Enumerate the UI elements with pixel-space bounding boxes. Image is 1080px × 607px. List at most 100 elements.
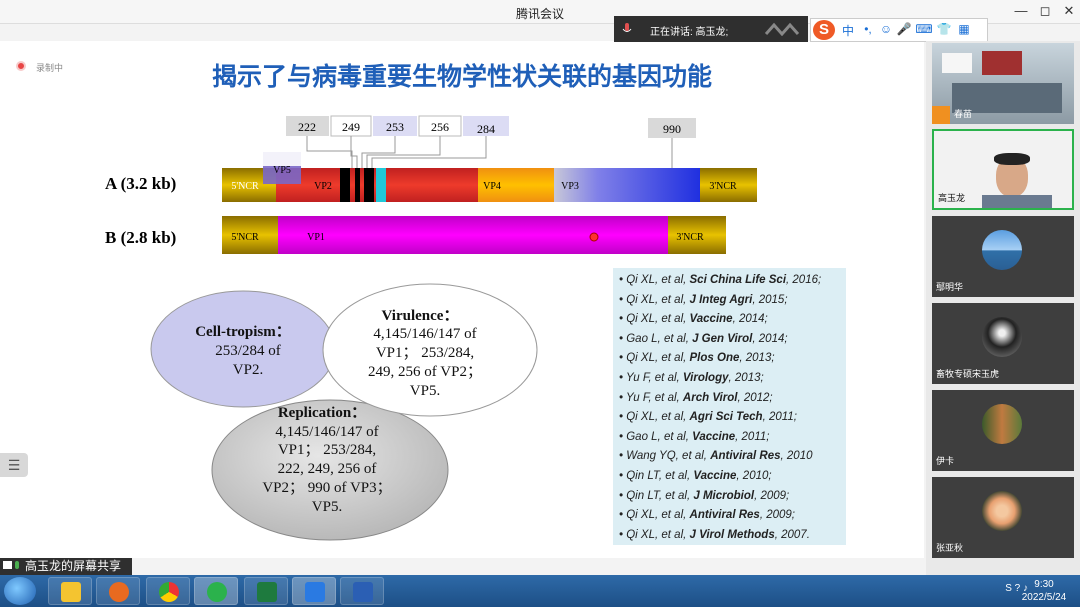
replication-title: Replication： <box>278 405 366 421</box>
participant-name: 高玉龙 <box>938 193 966 203</box>
taskbar-tencent-meeting[interactable] <box>292 577 336 605</box>
clock[interactable]: 9:30 2022/5/24 <box>1016 578 1072 604</box>
a-region-vp3: VP3 <box>561 181 579 192</box>
list-toggle-button[interactable]: ☰ <box>0 453 28 477</box>
folder-icon <box>61 582 81 602</box>
ime-emoji-icon[interactable]: ☺ <box>877 22 895 36</box>
site-labels: 222 249 253 256 284 990 <box>286 115 696 138</box>
segment-b-label: B (2.8 kb) <box>105 228 176 247</box>
wechat-icon <box>207 582 227 602</box>
avatar <box>982 317 1022 357</box>
sogou-logo-icon[interactable]: S <box>813 20 835 40</box>
replication-line-1: 4,145/146/147 of <box>275 424 378 440</box>
shared-screen: 录制中 揭示了与病毒重要生物学性状关联的基因功能 222 249 253 256… <box>0 41 924 558</box>
ime-voice-icon[interactable]: 🎤 <box>895 22 913 36</box>
a-region-5ncr: 5'NCR <box>231 181 259 192</box>
reference-list: • Qi XL, et al, Sci China Life Sci, 2016… <box>613 268 846 545</box>
b-region-3ncr: 3'NCR <box>676 232 704 243</box>
site-leader-lines <box>306 136 673 168</box>
meeting-logo-icon <box>764 22 800 36</box>
taskbar: S ? ♪ 9:30 2022/5/24 <box>0 575 1080 607</box>
minimize-button[interactable]: — <box>1008 3 1034 18</box>
site-253: 253 <box>386 120 404 134</box>
reference-item: • Qi XL, et al, Vaccine, 2014; <box>619 313 768 326</box>
participant-tile[interactable]: 伊卡 <box>932 390 1074 471</box>
replication-line-3: 222, 249, 256 of <box>278 461 377 477</box>
taskbar-media-player[interactable] <box>96 577 140 605</box>
close-button[interactable]: ✕ <box>1056 3 1080 19</box>
word-icon <box>353 582 373 602</box>
cursor-pointer <box>589 232 599 242</box>
b-region-5ncr: 5'NCR <box>231 232 259 243</box>
clock-date: 2022/5/24 <box>1021 592 1067 603</box>
reference-item: • Qi XL, et al, J Virol Methods, 2007. <box>619 528 810 541</box>
tropism-line-1: 253/284 of <box>215 343 280 359</box>
tencent-meeting-icon <box>305 582 325 602</box>
participant-tile[interactable]: 鄢明华 <box>932 216 1074 297</box>
site-222: 222 <box>298 120 316 134</box>
participant-name: 鄢明华 <box>936 282 964 292</box>
ime-punct-icon[interactable]: •, <box>859 22 877 36</box>
taskbar-excel[interactable] <box>244 577 288 605</box>
speaking-indicator: 正在讲话: 高玉龙; <box>614 16 808 42</box>
user-icon <box>932 106 950 124</box>
a-region-3ncr: 3'NCR <box>709 181 737 192</box>
ime-menu-icon[interactable]: ▦ <box>955 22 973 36</box>
reference-item: • Qi XL, et al, Antiviral Res, 2009; <box>619 509 795 522</box>
site-256: 256 <box>431 120 449 134</box>
taskbar-chrome[interactable] <box>146 577 190 605</box>
avatar <box>982 491 1022 531</box>
taskbar-wechat[interactable] <box>194 577 238 605</box>
reference-item: • Qin LT, et al, Vaccine, 2010; <box>619 469 772 482</box>
participant-tile[interactable]: 畜牧专硕宋玉虎 <box>932 303 1074 384</box>
ime-skin-icon[interactable]: 👕 <box>935 22 953 36</box>
participant-tile[interactable]: 春苗 <box>932 43 1074 124</box>
start-button[interactable] <box>4 577 36 605</box>
replication-line-4: VP2； 990 of VP3； <box>262 480 391 496</box>
media-player-icon <box>109 582 129 602</box>
taskbar-word[interactable] <box>340 577 384 605</box>
virulence-line-2: VP1； 253/284, <box>376 345 474 361</box>
participant-name: 春苗 <box>954 109 973 119</box>
virulence-line-3: 249, 256 of VP2； <box>368 364 482 380</box>
participant-tile[interactable]: 张亚秋 <box>932 477 1074 558</box>
a-region-vp2: VP2 <box>314 181 332 192</box>
a-region-vp4: VP4 <box>483 181 501 192</box>
reference-item: • Wang YQ, et al, Antiviral Res, 2010 <box>619 450 813 463</box>
screen-share-icon <box>3 561 19 569</box>
b-vp1 <box>278 216 668 254</box>
replication-line-2: VP1； 253/284, <box>278 442 376 458</box>
ime-chinese-toggle[interactable]: 中 <box>839 22 857 39</box>
avatar <box>982 230 1022 270</box>
segment-a-label: A (3.2 kb) <box>105 174 176 193</box>
virulence-line-4: VP5. <box>410 383 440 399</box>
tropism-line-2: VP2. <box>233 362 263 378</box>
avatar <box>982 404 1022 444</box>
replication-line-5: VP5. <box>312 499 342 515</box>
reference-item: • Qi XL, et al, Plos One, 2013; <box>619 352 775 365</box>
maximize-button[interactable]: ◻ <box>1032 3 1058 19</box>
participant-tile[interactable]: 高玉龙 <box>932 129 1074 210</box>
reference-item: • Qin LT, et al, J Microbiol, 2009; <box>619 489 790 502</box>
site-284: 284 <box>477 122 495 136</box>
reference-item: • Gao L, et al, J Gen Virol, 2014; <box>619 332 788 345</box>
b-region-vp1: VP1 <box>307 232 325 243</box>
tropism-title: Cell-tropism： <box>195 324 291 340</box>
reference-item: • Qi XL, et al, Agri Sci Tech, 2011; <box>619 411 797 424</box>
participant-name: 伊卡 <box>936 456 955 466</box>
site-990: 990 <box>663 122 681 136</box>
participant-name: 张亚秋 <box>936 543 964 553</box>
reference-item: • Qi XL, et al, Sci China Life Sci, 2016… <box>619 274 822 286</box>
vp5-label: VP5 <box>273 165 291 176</box>
participant-name: 畜牧专硕宋玉虎 <box>936 369 1000 379</box>
site-249: 249 <box>342 120 360 134</box>
taskbar-explorer[interactable] <box>48 577 92 605</box>
virulence-title: Virulence： <box>382 308 459 324</box>
ime-keyboard-icon[interactable]: ⌨ <box>915 22 933 36</box>
reference-item: • Gao L, et al, Vaccine, 2011; <box>619 430 770 443</box>
ime-toolbar: S 中 •, ☺ 🎤 ⌨ 👕 ▦ <box>810 18 988 42</box>
mic-icon <box>622 23 632 32</box>
clock-time: 9:30 <box>1034 579 1054 590</box>
virulence-line-1: 4,145/146/147 of <box>373 326 476 342</box>
reference-item: • Yu F, et al, Arch Virol, 2012; <box>619 391 773 404</box>
